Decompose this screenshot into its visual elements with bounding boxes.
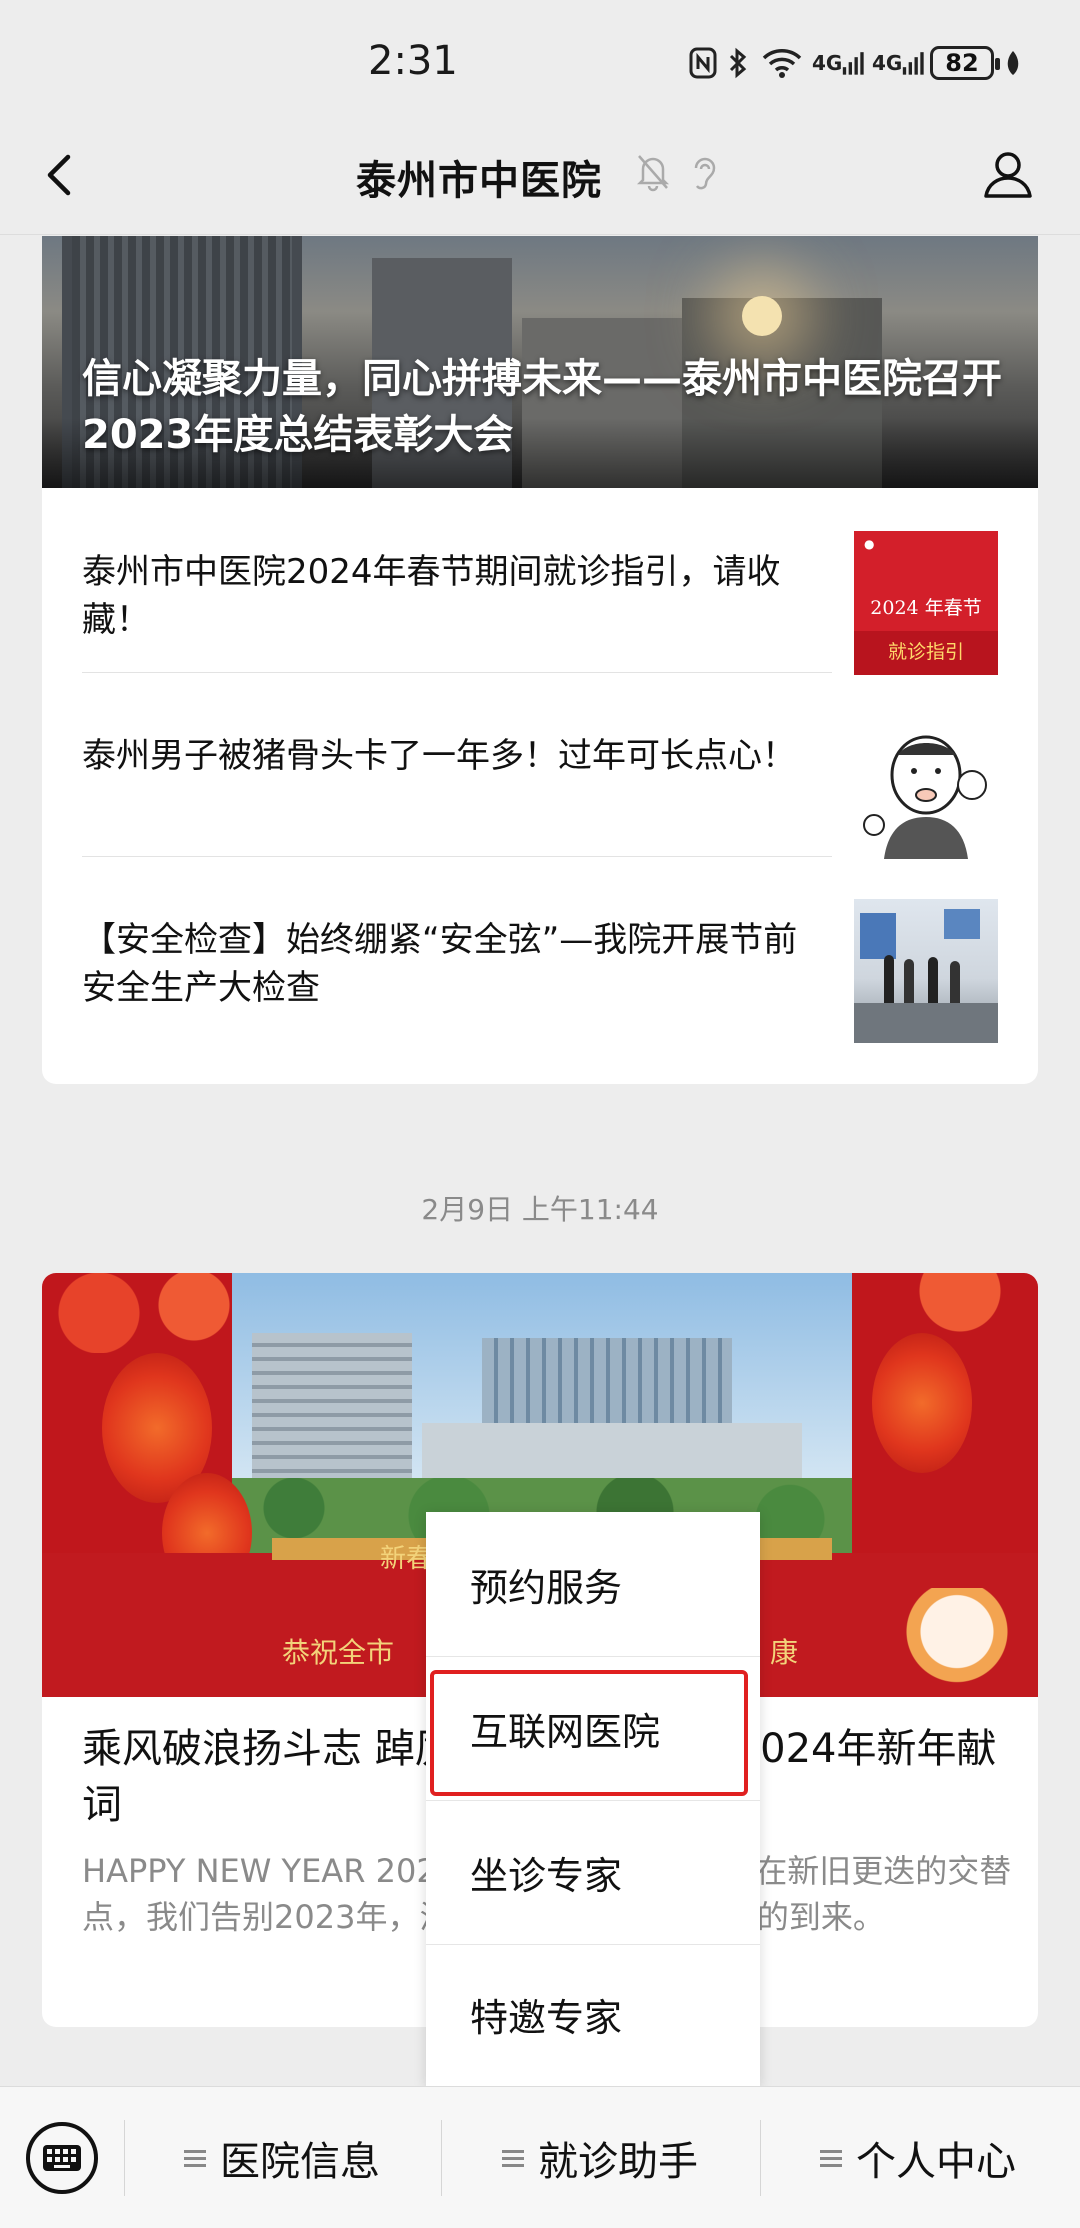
nfc-icon	[688, 46, 718, 80]
bottom-menu-hospital-info[interactable]: 医院信息	[184, 2130, 380, 2186]
wifi-icon	[760, 46, 804, 80]
banner-text: 恭祝全市	[282, 1636, 395, 1669]
article-thumbnail: ● 2024 年春节 就诊指引	[854, 531, 998, 675]
article-title: 【安全检查】始终绷紧“安全弦”—我院开展节前安全生产大检查	[82, 920, 798, 1008]
message-timestamp: 2月9日 上午11:44	[421, 1193, 659, 1226]
bottom-menu-label: 医院信息	[220, 2139, 380, 2185]
divider	[124, 2120, 125, 2196]
thumbnail-text: 2024 年春节	[870, 597, 982, 619]
page-title: 泰州市中医院	[356, 158, 602, 204]
article-thumbnail	[854, 715, 998, 859]
status-time: 2:31	[368, 38, 458, 84]
article-title: 泰州男子被猪骨头卡了一年多！过年可长点心！	[82, 736, 796, 776]
ear-icon	[688, 152, 718, 192]
list-item[interactable]: 泰州男子被猪骨头卡了一年多！过年可长点心！	[82, 672, 998, 859]
dragon-illustration	[902, 1588, 1012, 1697]
banner-text: 新春	[380, 1544, 433, 1574]
bottom-menu-visit-assistant[interactable]: 就诊助手	[502, 2130, 698, 2186]
chevron-left-icon	[47, 154, 71, 196]
keyboard-icon	[43, 2145, 81, 2171]
menu-lines-icon	[502, 2146, 524, 2171]
submenu-popup: 预约服务 互联网医院 坐诊专家 特邀专家	[426, 1512, 760, 2086]
menu-item-resident-experts[interactable]: 坐诊专家	[426, 1800, 760, 1944]
signal-icon-1: 4G	[812, 46, 864, 80]
highlight-box	[430, 1670, 748, 1796]
menu-lines-icon	[184, 2146, 206, 2171]
person-icon	[984, 152, 1032, 198]
article-thumbnail	[854, 899, 998, 1043]
back-button[interactable]	[40, 145, 80, 205]
leaf-icon	[1003, 46, 1023, 80]
divider	[760, 2120, 761, 2196]
signal-icon-2: 4G	[872, 46, 924, 80]
divider	[441, 2120, 442, 2196]
list-item[interactable]: 泰州市中医院2024年春节期间就诊指引，请收藏！ ● 2024 年春节 就诊指引	[82, 488, 998, 675]
thumbnail-text: 就诊指引	[887, 641, 964, 663]
article-title: 泰州市中医院2024年春节期间就诊指引，请收藏！	[82, 552, 781, 640]
profile-button[interactable]	[980, 146, 1036, 202]
hero-article-title: 信心凝聚力量，同心拼搏未来——泰州市中医院召开2023年度总结表彰大会	[82, 356, 1002, 458]
menu-lines-icon	[820, 2146, 842, 2171]
bluetooth-icon	[726, 46, 750, 80]
hero-article[interactable]: 信心凝聚力量，同心拼搏未来——泰州市中医院召开2023年度总结表彰大会	[42, 236, 1038, 488]
bottom-menu-label: 就诊助手	[538, 2139, 698, 2185]
list-item[interactable]: 【安全检查】始终绷紧“安全弦”—我院开展节前安全生产大检查	[82, 856, 998, 1043]
bottom-menu-personal-center[interactable]: 个人中心	[820, 2130, 1016, 2186]
banner-text: 康	[770, 1636, 799, 1669]
mute-bell-icon	[635, 152, 671, 192]
article-card: 信心凝聚力量，同心拼搏未来——泰州市中医院召开2023年度总结表彰大会 泰州市中…	[42, 236, 1038, 1084]
keyboard-toggle-button[interactable]	[26, 2122, 98, 2194]
bottom-menu-label: 个人中心	[856, 2139, 1016, 2185]
menu-item-invited-experts[interactable]: 特邀专家	[426, 1942, 760, 2086]
battery-indicator: 82	[930, 46, 1000, 80]
menu-item-appointment[interactable]: 预约服务	[426, 1512, 760, 1656]
